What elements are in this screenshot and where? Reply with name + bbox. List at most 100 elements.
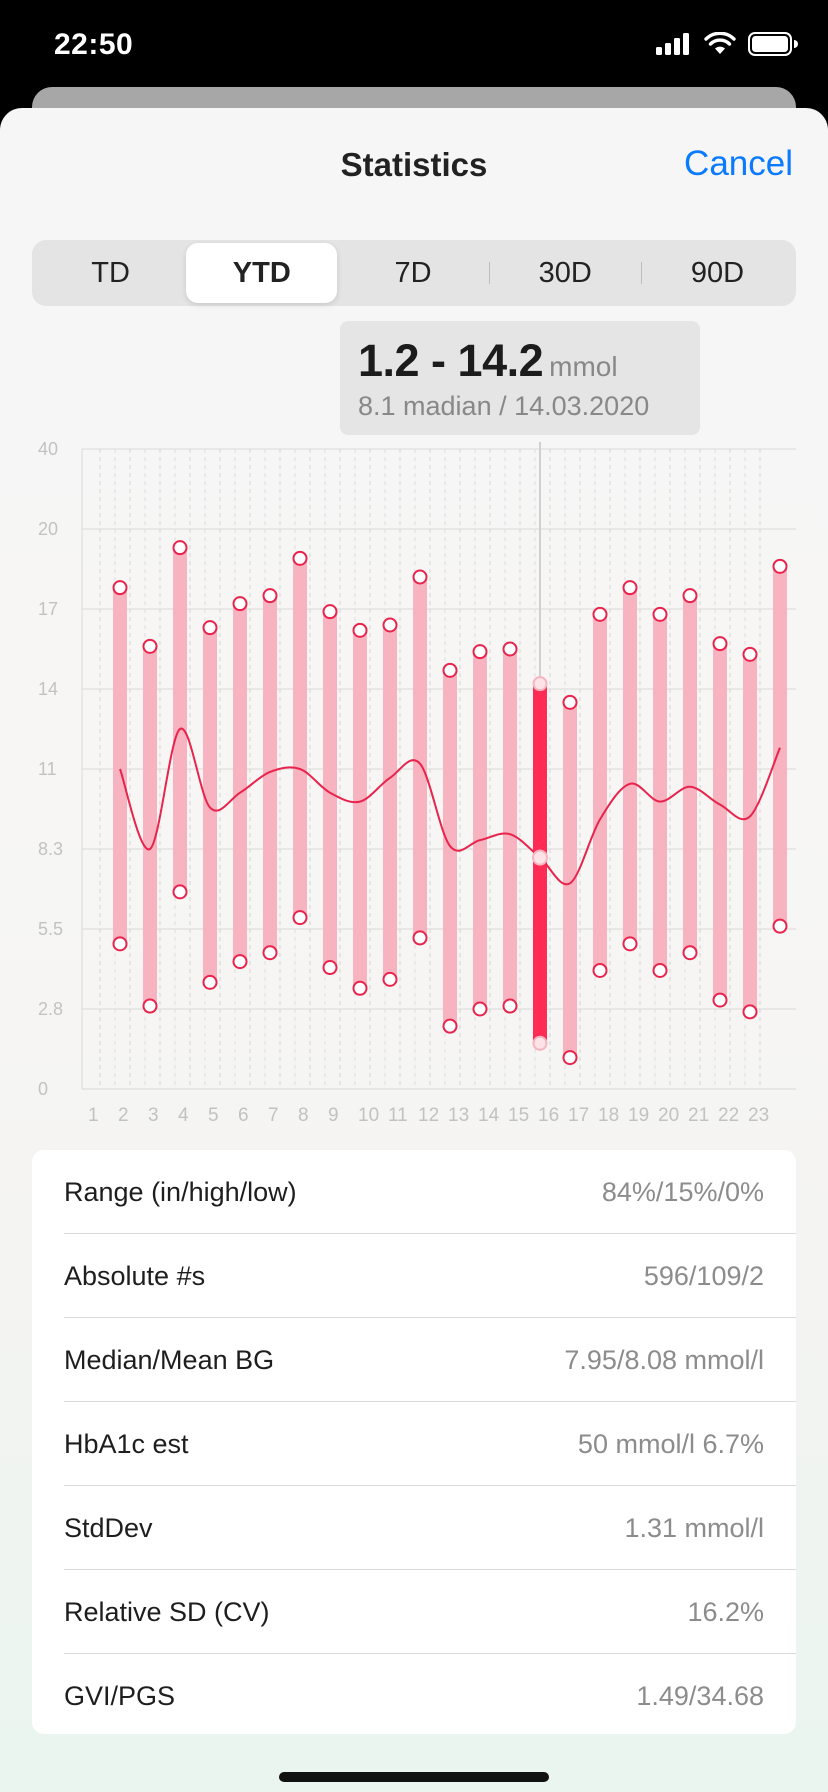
low-marker [712, 992, 728, 1008]
x-axis-tick-label: 5 [208, 1105, 219, 1126]
stat-label: Relative SD (CV) [64, 1596, 270, 1627]
stat-value: 50 mmol/l 6.7% [577, 1428, 764, 1459]
stat-label: Median/Mean BG [64, 1344, 275, 1375]
range-bar [233, 603, 247, 962]
high-marker [232, 596, 248, 612]
x-axis-tick-label: 23 [748, 1105, 769, 1126]
stat-label: GVI/PGS [64, 1680, 176, 1711]
high-marker [442, 662, 458, 678]
high-marker [562, 694, 578, 710]
high-marker [382, 617, 398, 633]
x-axis-tick-label: 13 [448, 1105, 469, 1126]
glucose-range-chart[interactable]: 40201714118.35.52.801 2 3 4 5 6 7 8 9 10 11 12 13 14 1… [0, 108, 828, 1148]
high-marker [742, 646, 758, 662]
low-marker [562, 1050, 578, 1066]
high-marker [622, 580, 638, 596]
stat-value: 596/109/2 [643, 1260, 764, 1291]
range-bar [443, 670, 457, 1027]
tooltip-range: 1.2 - 14.2 [358, 335, 544, 386]
high-marker [352, 622, 368, 638]
stat-row-range: Range (in/high/low) 84%/15%/0% [32, 1150, 796, 1234]
x-axis-tick-label: 21 [688, 1105, 709, 1126]
stat-row-cv: Relative SD (CV) 16.2% [32, 1570, 796, 1654]
range-bar [203, 627, 217, 983]
selected-day-tooltip: 1.2 - 14.2 mmol 8.1 madian / 14.03.2020 [340, 321, 700, 435]
x-axis-tick-label: 12 [418, 1105, 439, 1126]
status-time: 22:50 [54, 28, 134, 61]
stat-value: 16.2% [687, 1596, 764, 1627]
stat-label: Range (in/high/low) [64, 1176, 297, 1207]
x-axis-tick-label: 16 [538, 1105, 559, 1126]
low-marker [622, 936, 638, 952]
x-axis-tick-label: 18 [598, 1105, 619, 1126]
range-bar [593, 614, 607, 971]
low-marker [502, 998, 518, 1014]
high-marker [472, 644, 488, 660]
low-marker [232, 954, 248, 970]
range-bar [713, 643, 727, 1001]
high-marker [592, 606, 608, 622]
x-axis-tick-label: 2 [118, 1105, 129, 1126]
signal-bars-icon [656, 33, 689, 55]
high-marker [772, 558, 788, 574]
stat-row-median-mean: Median/Mean BG 7.95/8.08 mmol/l [32, 1318, 796, 1402]
stat-row-absolute: Absolute #s 596/109/2 [32, 1234, 796, 1318]
low-marker [472, 1001, 488, 1017]
stat-value: 84%/15%/0% [601, 1176, 764, 1207]
y-axis-tick-label: 0 [38, 1079, 48, 1099]
low-marker [322, 960, 338, 976]
x-axis-tick-label: 4 [178, 1105, 189, 1126]
range-bar [683, 595, 697, 953]
stat-value: 1.31 mmol/l [624, 1512, 764, 1543]
status-icons [656, 32, 798, 56]
y-axis-tick-label: 14 [38, 679, 58, 699]
low-marker [592, 962, 608, 978]
x-axis-tick-label: 1 [88, 1105, 99, 1126]
x-axis-tick-label: 15 [508, 1105, 529, 1126]
range-bar [623, 587, 637, 944]
status-bar: 22:50 [0, 0, 828, 90]
home-indicator [279, 1772, 549, 1782]
x-axis-tick-label: 19 [628, 1105, 649, 1126]
range-bar [503, 649, 517, 1007]
low-marker [742, 1004, 758, 1020]
high-marker [142, 638, 158, 654]
low-marker [142, 998, 158, 1014]
x-axis-tick-label: 20 [658, 1105, 679, 1126]
high-marker [172, 540, 188, 556]
low-marker [412, 930, 428, 946]
range-bar [113, 587, 127, 944]
low-marker [262, 945, 278, 961]
y-axis-tick-label: 5.5 [38, 919, 63, 939]
high-marker [202, 620, 218, 636]
x-axis-tick-label: 3 [148, 1105, 159, 1126]
x-axis-tick-label: 22 [718, 1105, 739, 1126]
low-marker [112, 936, 128, 952]
low-marker [292, 910, 308, 926]
high-marker [502, 641, 518, 657]
range-bar [173, 547, 187, 892]
statistics-sheet: Statistics Cancel TD YTD 7D 30D 90D 40 20… [0, 108, 828, 1792]
range-bar [413, 577, 427, 938]
stat-value: 7.95/8.08 mmol/l [564, 1344, 764, 1375]
high-marker [682, 588, 698, 604]
low-marker [352, 980, 368, 996]
low-marker [382, 971, 398, 987]
low-marker [442, 1018, 458, 1034]
x-axis-tick-label: 9 [328, 1105, 339, 1126]
range-bar [563, 702, 577, 1058]
range-bar [743, 654, 757, 1012]
stat-label: StdDev [64, 1512, 153, 1543]
tooltip-unit: mmol [549, 351, 618, 382]
y-axis-tick-label: 40 [38, 439, 58, 459]
high-marker [652, 606, 668, 622]
range-bar [293, 558, 307, 918]
y-axis-tick-label: 2.8 [38, 999, 63, 1019]
tooltip-subtitle: 8.1 madian / 14.03.2020 [358, 391, 650, 421]
y-axis-tick-label: 17 [38, 599, 58, 619]
x-axis-tick-label: 17 [568, 1105, 589, 1126]
low-marker [202, 974, 218, 990]
y-axis-tick-label: 11 [38, 759, 57, 779]
high-marker [292, 550, 308, 566]
y-axis-tick-label: 20 [38, 519, 58, 539]
